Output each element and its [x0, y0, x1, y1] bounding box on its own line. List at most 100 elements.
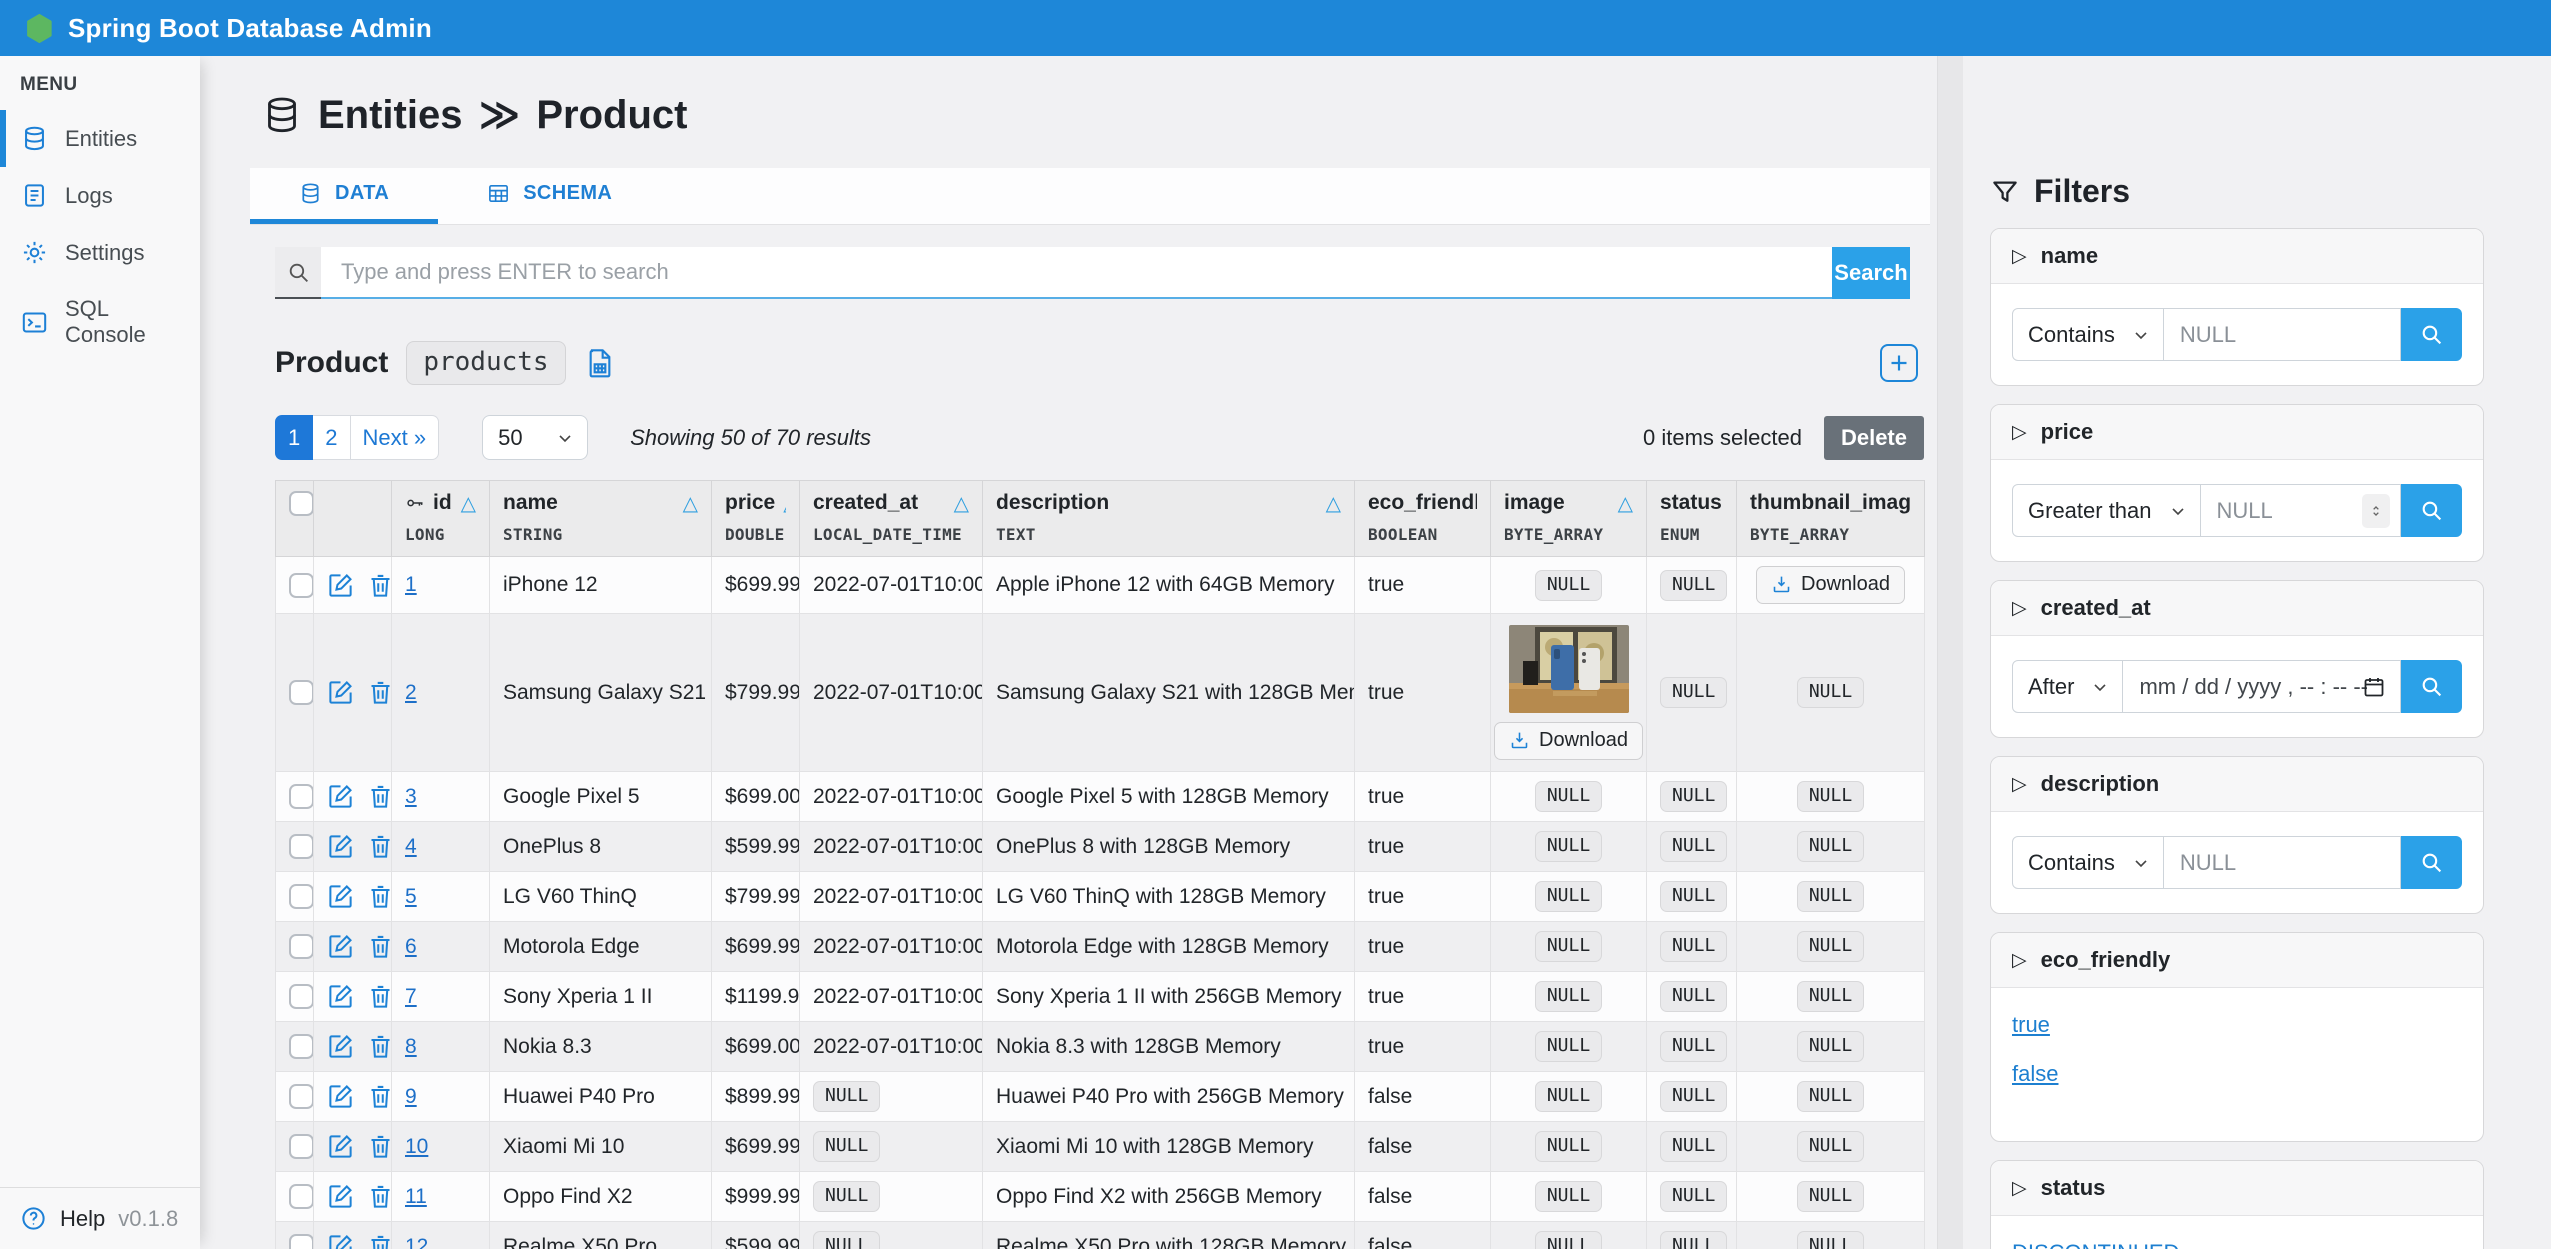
search-button[interactable]: Search: [1832, 247, 1910, 299]
trash-icon[interactable]: [367, 933, 392, 960]
product-photo[interactable]: [1509, 625, 1629, 713]
row-id-link[interactable]: 1: [405, 573, 417, 596]
filter-card-header[interactable]: ▷status: [1991, 1161, 2483, 1216]
filter-operator-select[interactable]: After: [2012, 660, 2123, 713]
select-all-checkbox[interactable]: [289, 491, 314, 516]
row-id-link[interactable]: 6: [405, 935, 417, 958]
sort-triangle-icon[interactable]: △: [683, 491, 698, 515]
trash-icon[interactable]: [367, 883, 392, 910]
edit-icon[interactable]: [327, 1033, 354, 1060]
column-type: BOOLEAN: [1368, 525, 1477, 544]
row-select-checkbox[interactable]: [289, 834, 314, 859]
row-select-checkbox[interactable]: [289, 884, 314, 909]
edit-icon[interactable]: [327, 933, 354, 960]
filter-search-button[interactable]: [2401, 836, 2462, 889]
row-id-link[interactable]: 12: [405, 1235, 428, 1249]
sort-triangle-icon[interactable]: △: [461, 491, 476, 515]
filter-card-header[interactable]: ▷created_at: [1991, 581, 2483, 636]
trash-icon[interactable]: [367, 679, 392, 706]
download-button[interactable]: Download: [1756, 566, 1905, 604]
row-id-link[interactable]: 5: [405, 885, 417, 908]
search-input[interactable]: [321, 247, 1832, 299]
row-id-link[interactable]: 4: [405, 835, 417, 858]
trash-icon[interactable]: [367, 983, 392, 1010]
download-button[interactable]: Download: [1494, 722, 1643, 760]
filter-value-input[interactable]: [2164, 309, 2400, 360]
row-select-checkbox[interactable]: [289, 984, 314, 1009]
delete-button[interactable]: Delete: [1824, 416, 1924, 460]
edit-icon[interactable]: [327, 983, 354, 1010]
row-select-checkbox[interactable]: [289, 784, 314, 809]
filter-operator-select[interactable]: Greater than: [2012, 484, 2201, 537]
filter-card-header[interactable]: ▷eco_friendly: [1991, 933, 2483, 988]
row-id-link[interactable]: 8: [405, 1035, 417, 1058]
filter-operator-select[interactable]: Contains: [2012, 836, 2164, 889]
edit-icon[interactable]: [327, 679, 354, 706]
row-select-checkbox[interactable]: [289, 934, 314, 959]
trash-icon[interactable]: [367, 1033, 392, 1060]
page-button-1[interactable]: 1: [275, 415, 313, 460]
tab-data[interactable]: DATA: [250, 168, 438, 224]
tab-schema[interactable]: SCHEMA: [438, 168, 661, 224]
sidebar-item-sql-console[interactable]: SQL Console: [0, 281, 200, 363]
calendar-icon[interactable]: [2362, 675, 2386, 699]
row-id-link[interactable]: 10: [405, 1135, 428, 1158]
row-select-checkbox[interactable]: [289, 1184, 314, 1209]
number-spinner[interactable]: [2362, 494, 2390, 528]
trash-icon[interactable]: [367, 783, 392, 810]
filter-search-button[interactable]: [2401, 308, 2462, 361]
add-record-button[interactable]: [1880, 344, 1918, 382]
edit-icon[interactable]: [327, 1183, 354, 1210]
filter-card-header[interactable]: ▷price: [1991, 405, 2483, 460]
edit-icon[interactable]: [327, 1133, 354, 1160]
filter-option-link[interactable]: DISCONTINUED: [2012, 1240, 2179, 1249]
page-button-2[interactable]: 2: [313, 415, 350, 460]
filter-operator-select[interactable]: Contains: [2012, 308, 2164, 361]
edit-icon[interactable]: [327, 1233, 354, 1249]
row-id-link[interactable]: 2: [405, 681, 417, 704]
sidebar-item-entities[interactable]: Entities: [0, 110, 200, 167]
row-select-checkbox[interactable]: [289, 1034, 314, 1059]
sidebar-item-logs[interactable]: Logs: [0, 167, 200, 224]
row-select-checkbox[interactable]: [289, 1084, 314, 1109]
trash-icon[interactable]: [367, 1133, 392, 1160]
breadcrumb-root[interactable]: Entities: [318, 93, 462, 138]
filter-search-button[interactable]: [2401, 660, 2462, 713]
row-select-checkbox[interactable]: [289, 1134, 314, 1159]
edit-icon[interactable]: [327, 572, 354, 599]
edit-icon[interactable]: [327, 883, 354, 910]
sidebar-item-settings[interactable]: Settings: [0, 224, 200, 281]
filter-card-header[interactable]: ▷description: [1991, 757, 2483, 812]
filter-card-header[interactable]: ▷name: [1991, 229, 2483, 284]
sort-triangle-icon[interactable]: △: [1326, 491, 1341, 515]
trash-icon[interactable]: [367, 572, 392, 599]
filter-search-button[interactable]: [2401, 484, 2462, 537]
row-select-checkbox[interactable]: [289, 1234, 314, 1249]
sort-triangle-icon[interactable]: △: [1618, 491, 1633, 515]
trash-icon[interactable]: [367, 1183, 392, 1210]
filter-option-link[interactable]: true: [2012, 1012, 2050, 1038]
export-spreadsheet-icon[interactable]: [584, 347, 616, 379]
row-id-link[interactable]: 3: [405, 785, 417, 808]
filter-option-link[interactable]: false: [2012, 1061, 2058, 1087]
page-size-select[interactable]: 50: [482, 415, 588, 460]
row-id-link[interactable]: 9: [405, 1085, 417, 1108]
help-icon[interactable]: [20, 1205, 47, 1232]
trash-icon[interactable]: [367, 1233, 392, 1249]
row-select-checkbox[interactable]: [289, 680, 314, 705]
cell-created_at: 2022-07-01T10:00:01: [800, 614, 983, 772]
trash-icon[interactable]: [367, 1083, 392, 1110]
row-select-checkbox[interactable]: [289, 573, 314, 598]
sort-triangle-icon[interactable]: △: [954, 491, 969, 515]
next-page-button[interactable]: Next »: [351, 415, 440, 460]
help-label[interactable]: Help: [60, 1206, 105, 1232]
row-id-link[interactable]: 7: [405, 985, 417, 1008]
row-id-link[interactable]: 11: [405, 1185, 427, 1208]
filter-value-input[interactable]: [2164, 837, 2400, 888]
sort-triangle-icon[interactable]: △: [783, 491, 786, 515]
edit-icon[interactable]: [327, 1083, 354, 1110]
edit-icon[interactable]: [327, 783, 354, 810]
edit-icon[interactable]: [327, 833, 354, 860]
filters-title-text: Filters: [2034, 173, 2130, 210]
trash-icon[interactable]: [367, 833, 392, 860]
